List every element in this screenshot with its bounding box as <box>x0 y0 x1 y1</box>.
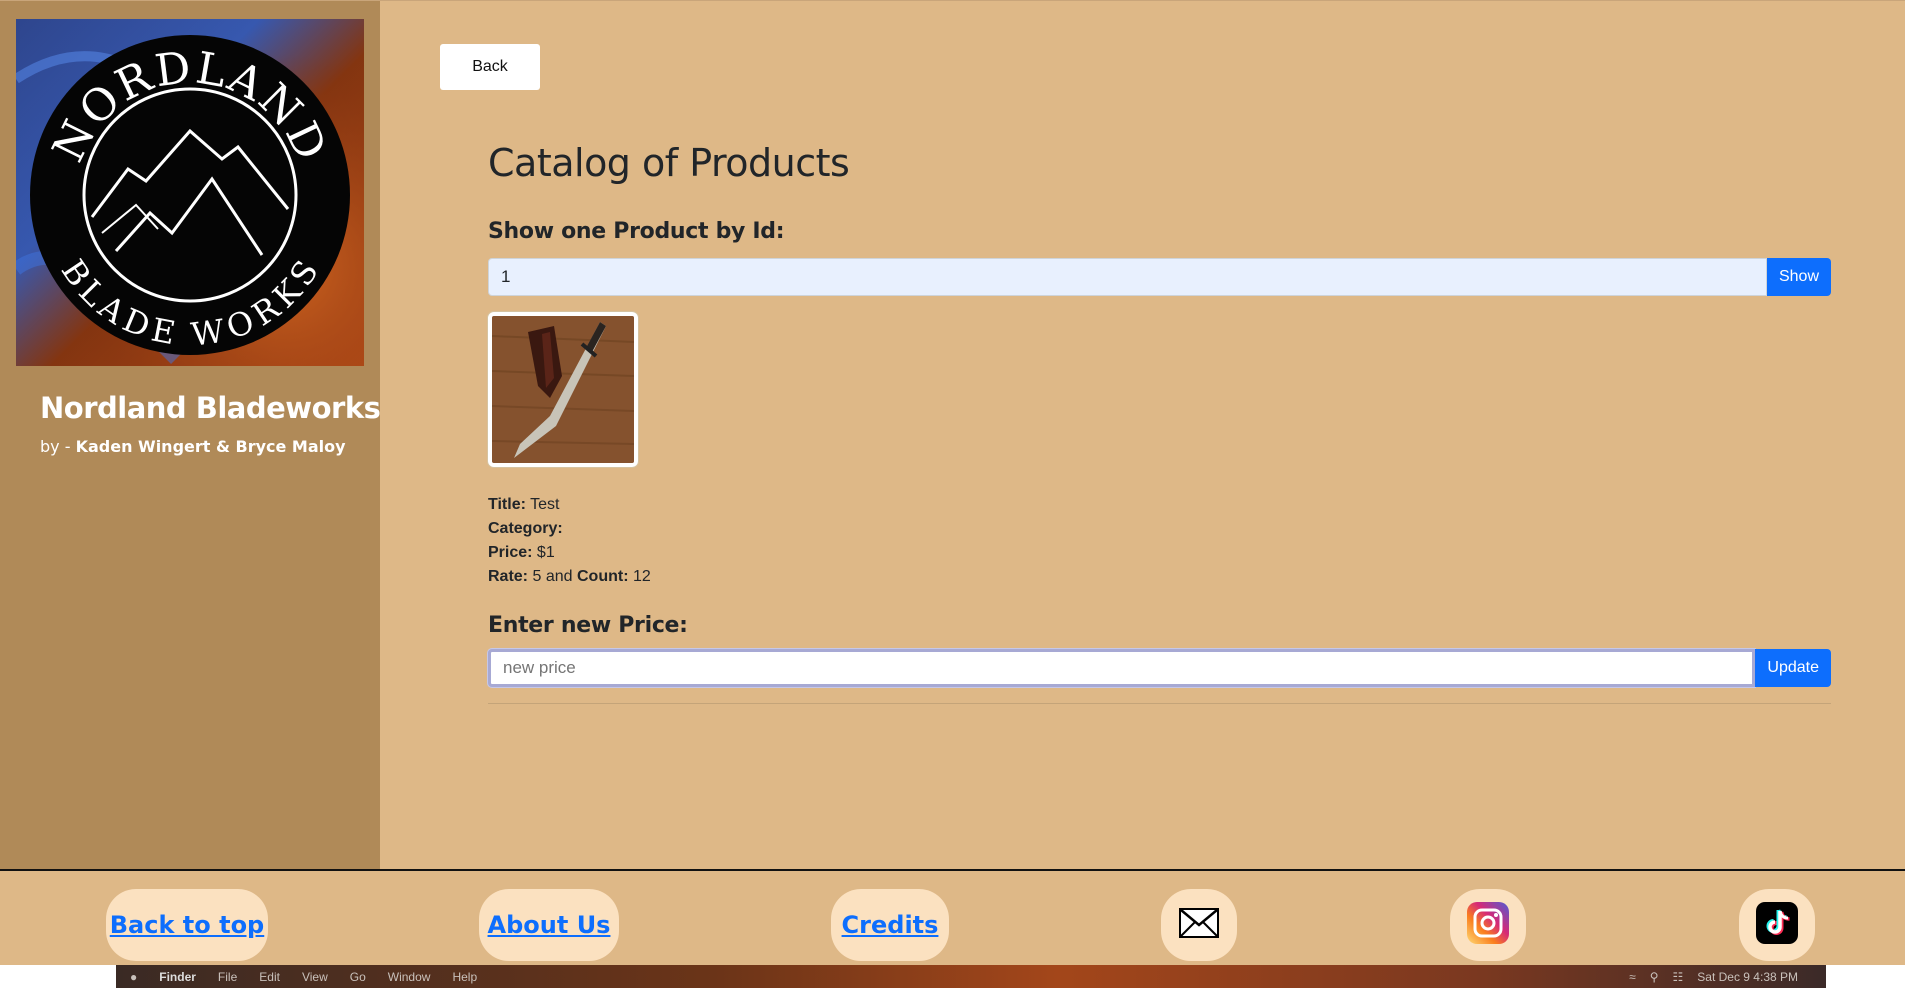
brand-byline: by - Kaden Wingert & Bryce Maloy <box>40 437 346 456</box>
count-value: 12 <box>632 568 651 585</box>
instagram-icon[interactable] <box>1467 901 1509 949</box>
tiktok-icon[interactable] <box>1756 901 1798 949</box>
control-center-icon[interactable]: ☷ <box>1673 970 1684 984</box>
byline-authors: Kaden Wingert & Bryce Maloy <box>75 437 346 456</box>
product-image <box>488 312 638 467</box>
category-row: Category: <box>488 517 651 541</box>
price-label: Price: <box>488 544 533 561</box>
category-label: Category: <box>488 520 563 537</box>
show-product-heading: Show one Product by Id: <box>488 219 785 244</box>
macos-menubar: ● Finder File Edit View Go Window Help ≈… <box>116 965 1826 988</box>
back-button[interactable]: Back <box>440 44 540 90</box>
new-price-heading: Enter new Price: <box>488 613 688 638</box>
app-root: NORDLAND BLADE WORKS Nordland Bladeworks… <box>0 0 1905 988</box>
product-id-input[interactable] <box>488 258 1767 296</box>
brand-title: Nordland Bladeworks <box>40 391 381 425</box>
page-title: Catalog of Products <box>488 141 850 185</box>
menu-edit[interactable]: Edit <box>259 970 280 984</box>
menu-help[interactable]: Help <box>452 970 477 984</box>
title-value: Test <box>530 496 560 513</box>
product-details: Title: Test Category: Price: $1 Rate: 5 … <box>488 493 651 589</box>
instagram-pill <box>1450 889 1526 961</box>
about-us-pill: About Us <box>479 889 619 961</box>
menu-window[interactable]: Window <box>388 970 431 984</box>
menubar-status: ≈ ⚲ ☷ Sat Dec 9 4:38 PM <box>1629 970 1812 984</box>
menu-finder[interactable]: Finder <box>159 970 196 984</box>
menubar-datetime[interactable]: Sat Dec 9 4:38 PM <box>1697 970 1798 984</box>
title-row: Title: Test <box>488 493 651 517</box>
tiktok-pill <box>1739 889 1815 961</box>
footer: Back to top About Us Credits <box>0 869 1905 965</box>
main-content: Back Catalog of Products Show one Produc… <box>380 0 1905 869</box>
rate-row: Rate: 5 and Count: 12 <box>488 565 651 589</box>
show-product-form: Show <box>488 258 1831 296</box>
mail-pill <box>1161 889 1237 961</box>
apple-icon[interactable]: ● <box>130 970 137 984</box>
rate-value: 5 <box>532 568 542 585</box>
divider <box>488 703 1831 704</box>
update-button[interactable]: Update <box>1755 649 1831 687</box>
sidebar: NORDLAND BLADE WORKS Nordland Bladeworks… <box>0 0 381 869</box>
show-button[interactable]: Show <box>1766 258 1831 296</box>
about-us-link[interactable]: About Us <box>488 911 611 939</box>
credits-pill: Credits <box>831 889 949 961</box>
nordland-logo: NORDLAND BLADE WORKS <box>16 19 364 366</box>
title-label: Title: <box>488 496 526 513</box>
new-price-input[interactable] <box>488 649 1756 687</box>
back-to-top-link[interactable]: Back to top <box>110 911 265 939</box>
search-icon[interactable]: ⚲ <box>1650 970 1659 984</box>
menu-file[interactable]: File <box>218 970 237 984</box>
update-price-form: Update <box>488 649 1831 687</box>
menu-go[interactable]: Go <box>350 970 366 984</box>
credits-link[interactable]: Credits <box>842 911 939 939</box>
rate-label: Rate: <box>488 568 529 585</box>
wifi-icon[interactable]: ≈ <box>1629 970 1636 984</box>
and-text: and <box>545 568 573 585</box>
price-value: $1 <box>536 544 555 561</box>
mail-icon[interactable] <box>1179 907 1219 943</box>
back-to-top-pill: Back to top <box>106 889 268 961</box>
price-row: Price: $1 <box>488 541 651 565</box>
count-label: Count: <box>576 568 629 585</box>
byline-prefix: by - <box>40 437 76 456</box>
menu-view[interactable]: View <box>302 970 328 984</box>
